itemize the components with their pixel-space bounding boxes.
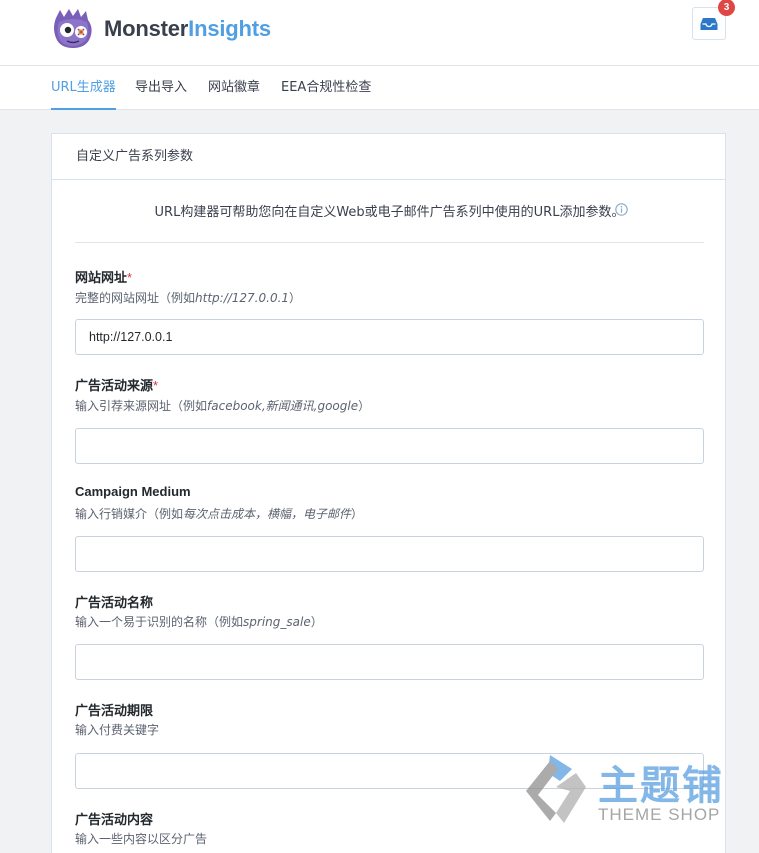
website-url-input[interactable]: [75, 319, 704, 355]
website-url-label-text: 网站网址: [75, 270, 128, 285]
campaign-content-desc-prefix: 输入一些内容以区分广告: [75, 832, 208, 846]
campaign-term-label: 广告活动期限: [75, 700, 153, 719]
notification-count-badge: 3: [718, 0, 735, 16]
campaign-name-desc-prefix: 输入一个易于识别的名称（例如: [75, 615, 244, 629]
website-url-desc-example: http://127.0.0.1: [195, 291, 290, 305]
divider: [75, 242, 704, 243]
campaign-name-desc-suffix: ）: [310, 615, 323, 629]
tab-export-import[interactable]: 导出导入: [135, 66, 187, 110]
campaign-medium-desc-prefix: 输入行销媒介（例如: [75, 507, 184, 521]
card-title: 自定义广告系列参数: [52, 134, 725, 180]
campaign-medium-input[interactable]: [75, 536, 704, 572]
campaign-name-input[interactable]: [75, 644, 704, 680]
campaign-name-label-text: 广告活动名称: [75, 595, 154, 610]
campaign-medium-label-text: Campaign Medium: [75, 484, 191, 499]
required-marker: *: [127, 270, 133, 285]
required-marker: *: [153, 378, 159, 393]
campaign-medium-desc-suffix: ）: [351, 507, 364, 521]
website-url-label: 网站网址*: [75, 267, 132, 286]
website-url-desc-prefix: 完整的网站网址（例如: [75, 291, 196, 305]
brand-name: MonsterInsights: [104, 16, 271, 42]
website-url-desc-suffix: ）: [289, 291, 302, 305]
campaign-source-label-text: 广告活动来源: [75, 378, 154, 393]
tab-url-builder[interactable]: URL生成器: [51, 66, 116, 110]
campaign-source-description: 输入引荐来源网址（例如facebook,新闻通讯,google）: [75, 397, 370, 414]
monsterinsights-logo[interactable]: MonsterInsights: [50, 8, 271, 50]
campaign-name-description: 输入一个易于识别的名称（例如spring_sale）: [75, 613, 323, 630]
tab-site-badge[interactable]: 网站徽章: [208, 66, 260, 110]
inbox-icon: [700, 17, 718, 30]
campaign-params-card: 自定义广告系列参数 URL构建器可帮助您向在自定义Web或电子邮件广告系列中使用…: [51, 133, 726, 853]
campaign-content-label-text: 广告活动内容: [75, 812, 154, 827]
campaign-source-label: 广告活动来源*: [75, 375, 158, 394]
campaign-name-label: 广告活动名称: [75, 592, 153, 611]
campaign-source-desc-suffix: ）: [358, 399, 371, 413]
campaign-content-label: 广告活动内容: [75, 809, 153, 828]
tab-bar: URL生成器 导出导入 网站徽章 EEA合规性检查: [0, 66, 759, 110]
campaign-term-desc-prefix: 输入付费关键字: [75, 723, 160, 737]
campaign-content-description: 输入一些内容以区分广告: [75, 830, 207, 847]
campaign-medium-description: 输入行销媒介（例如每次点击成本，横幅，电子邮件）: [75, 505, 363, 522]
watermark-english-text: THEME SHOP: [598, 805, 721, 824]
campaign-term-description: 输入付费关键字: [75, 721, 159, 738]
info-icon[interactable]: [615, 203, 628, 216]
theme-shop-watermark: 主题铺 THEME SHOP: [520, 751, 740, 831]
campaign-medium-desc-example: 每次点击成本，横幅，电子邮件: [183, 507, 352, 521]
campaign-medium-label: Campaign Medium: [75, 484, 191, 499]
campaign-name-desc-example: spring_sale: [243, 615, 311, 629]
campaign-source-desc-prefix: 输入引荐来源网址（例如: [75, 399, 208, 413]
campaign-source-desc-example: facebook,新闻通讯,google: [207, 399, 359, 413]
watermark-logo-icon: [526, 755, 586, 823]
watermark-chinese-text: 主题铺: [598, 763, 724, 809]
top-bar: MonsterInsights 3: [0, 0, 759, 66]
brand-name-part2: Insights: [188, 16, 271, 41]
campaign-source-input[interactable]: [75, 428, 704, 464]
brand-name-part1: Monster: [104, 16, 189, 41]
tab-eea-compliance[interactable]: EEA合规性检查: [281, 66, 371, 110]
campaign-term-label-text: 广告活动期限: [75, 703, 154, 718]
monster-mascot-icon: [54, 9, 92, 48]
website-url-description: 完整的网站网址（例如http://127.0.0.1）: [75, 289, 301, 306]
